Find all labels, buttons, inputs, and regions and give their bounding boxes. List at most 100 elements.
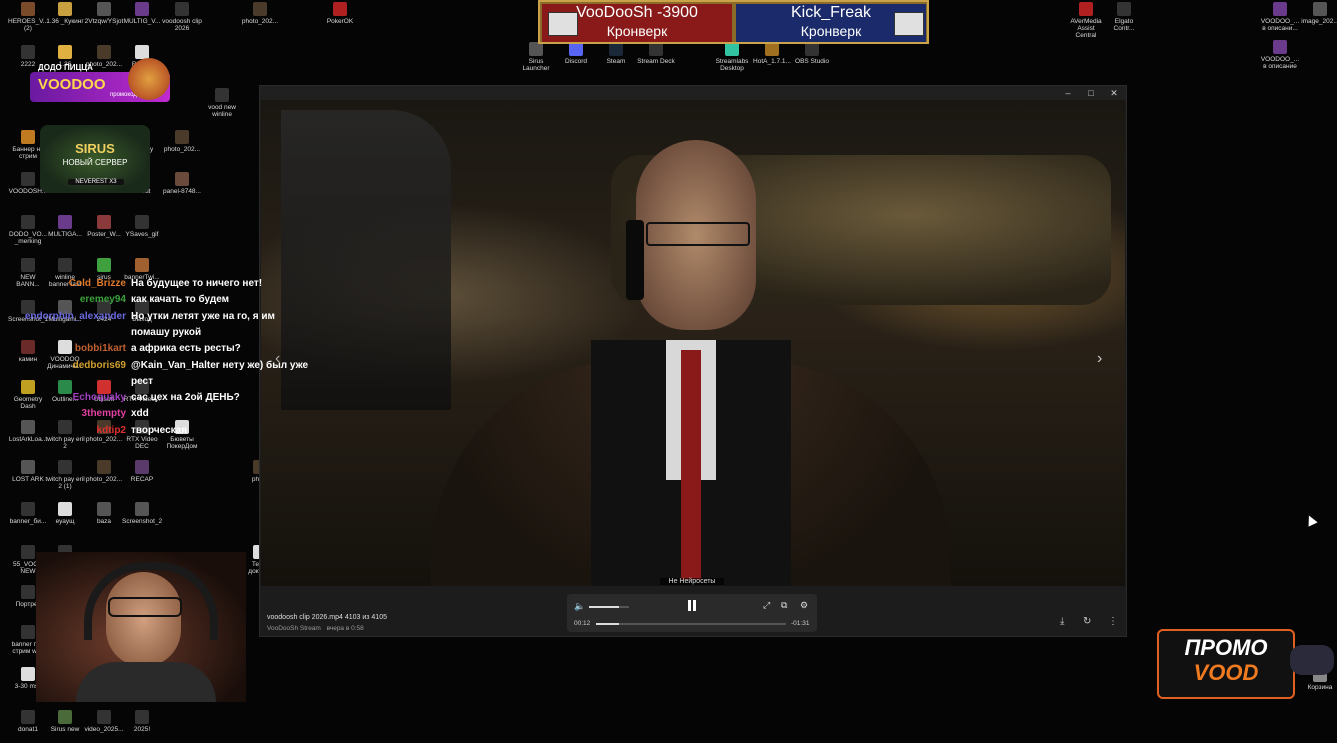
desktop-icon[interactable]: panel-8748...	[162, 172, 202, 195]
file-icon	[1313, 2, 1327, 16]
chat-message: dedboris69 @Kain_Van_Halter нету же) был …	[0, 360, 320, 374]
download-icon[interactable]: ⤓	[1060, 616, 1064, 627]
desktop-icon[interactable]: YSaves_gif	[122, 215, 162, 238]
desktop-icon[interactable]: HEROES_V... (2)	[8, 2, 48, 32]
close-button[interactable]: ✕	[1103, 86, 1125, 100]
sirus-server-badge: SIRUS НОВЫЙ СЕРВЕР NEVEREST X3	[40, 125, 150, 193]
desktop-icon[interactable]: Stream Deck	[636, 42, 676, 65]
file-icon	[21, 2, 35, 16]
desktop-icon[interactable]: vood new winline	[202, 88, 242, 118]
desktop-icon[interactable]: 2Vtzqw/YSjot	[84, 2, 124, 25]
desktop-icon-label: RECAP	[130, 476, 154, 483]
desktop-icon[interactable]: 2025!	[122, 710, 162, 733]
chat-username[interactable]: eremey94	[6, 294, 126, 306]
file-icon	[58, 710, 72, 724]
chat-username[interactable]: 3thempty	[6, 408, 126, 420]
fullscreen-icon[interactable]: ⤢	[763, 600, 770, 611]
desktop-icon-label: AVerMedia Assist Central	[1070, 18, 1102, 39]
window-titlebar[interactable]: – □ ✕	[260, 86, 1126, 100]
desktop-icon-label: VOODOO_... в описание	[1260, 56, 1300, 70]
desktop-icon[interactable]: donat1	[8, 710, 48, 733]
chat-username[interactable]: kdtip2	[6, 425, 126, 437]
sirus-sub: NEVEREST X3	[68, 179, 124, 185]
file-icon	[609, 42, 623, 56]
file-icon	[58, 45, 72, 59]
next-arrow-icon[interactable]: ›	[1097, 350, 1102, 368]
desktop-icon[interactable]: photo_202...	[84, 460, 124, 483]
desktop-icon[interactable]: MULTIG_V...	[122, 2, 162, 25]
chat-username[interactable]: Cold_Brizze	[6, 278, 126, 290]
file-title: voodoosh clip 2026.mp4 4103 из 4105	[267, 614, 387, 621]
pizza-icon	[128, 58, 170, 100]
desktop-icon[interactable]: Elgato Contr...	[1104, 2, 1144, 32]
desktop-icon-label: LOST ARK	[12, 476, 44, 483]
desktop-icon[interactable]: Screenshot_2	[122, 502, 162, 525]
scoreboard: VooDooSh -3900 Кронверк Kick_Freak Кронв…	[538, 0, 929, 44]
chat-overlay: Cold_Brizze На будущее то ничего нет! erem…	[0, 278, 320, 438]
desktop-icon-label: Корзина	[1307, 684, 1333, 691]
pause-button[interactable]	[685, 599, 699, 613]
desktop-icon-label: photo_202...	[85, 476, 123, 483]
file-icon	[135, 460, 149, 474]
rotate-icon[interactable]: ↻	[1083, 616, 1091, 627]
chat-username[interactable]: endorphin_alexander	[6, 311, 126, 323]
desktop-icon-label: HEROES_V... (2)	[8, 18, 49, 32]
desktop-icon[interactable]: еуаущ	[45, 502, 85, 525]
gamepad-icon	[1290, 645, 1334, 675]
file-icon	[529, 42, 543, 56]
chat-username[interactable]: Echoquaky	[6, 392, 126, 404]
pip-icon[interactable]: ⧉	[781, 600, 787, 611]
file-icon	[21, 502, 35, 516]
settings-icon[interactable]: ⚙	[800, 600, 808, 611]
promo-line1: ПРОМО	[1184, 635, 1268, 660]
desktop-icon[interactable]: banner_би...	[8, 502, 48, 525]
desktop-icon-label: Sirus new	[50, 726, 80, 733]
desktop-icon[interactable]: VOODOO_... в описани...	[1260, 2, 1300, 32]
video-caption: Не Нейросеты	[660, 578, 724, 585]
file-icon	[97, 710, 111, 724]
maximize-button[interactable]: □	[1080, 86, 1102, 100]
desktop-icon-label: Stream Deck	[637, 58, 675, 65]
glasses	[646, 222, 750, 246]
desktop-icon[interactable]: Discord	[556, 42, 596, 65]
desktop-icon[interactable]: DODO_VO... _merking	[8, 215, 48, 245]
desktop-icon[interactable]: baza	[84, 502, 124, 525]
minimize-button[interactable]: –	[1057, 86, 1079, 100]
right-flag-icon	[894, 12, 924, 36]
desktop-icon[interactable]: voodoosh clip 2026	[162, 2, 202, 32]
desktop-icon[interactable]: Streamlabs Desktop	[712, 42, 752, 72]
more-icon[interactable]: ⋮	[1108, 616, 1118, 627]
desktop-icon-label: video_2025...	[84, 726, 124, 733]
seek-bar[interactable]	[596, 623, 786, 625]
desktop-icon[interactable]: video_2025...	[84, 710, 124, 733]
desktop-icon[interactable]: AVerMedia Assist Central	[1066, 2, 1106, 39]
desktop-icon[interactable]: Poster_W...	[84, 215, 124, 238]
desktop-icon[interactable]: PokerOK	[320, 2, 360, 25]
desktop-icon[interactable]: 1.36 _Кукинг	[45, 2, 85, 25]
video-frame[interactable]: ‹ ›	[261, 100, 1125, 586]
desktop-icon[interactable]: VOODOO_... в описание	[1260, 40, 1300, 70]
desktop-icon[interactable]: twitch pay eril 2 (1)	[45, 460, 85, 490]
file-icon	[1273, 40, 1287, 54]
desktop-icon[interactable]: MULTIGA...	[45, 215, 85, 238]
desktop-icon[interactable]: HotA_1.7.1...	[752, 42, 792, 65]
desktop-icon[interactable]: Steam	[596, 42, 636, 65]
chat-text: Но утки летят уже на го, я им	[131, 310, 275, 322]
promo-line2: VOOD	[1193, 660, 1259, 685]
file-icon	[97, 258, 111, 272]
volume-icon[interactable]: 🔈	[574, 601, 585, 612]
desktop-icon[interactable]: photo_202...	[162, 130, 202, 153]
chat-text: помашу рукой	[131, 326, 202, 338]
desktop-icon[interactable]: OBS Studio	[792, 42, 832, 65]
chat-username[interactable]: bobbi1kart	[6, 343, 126, 355]
file-icon	[21, 172, 35, 186]
chat-text: рест	[131, 375, 153, 387]
desktop-icon[interactable]: RECAP	[122, 460, 162, 483]
volume-slider[interactable]	[589, 606, 629, 608]
chat-username[interactable]: dedboris69	[6, 360, 126, 372]
desktop-icon[interactable]: Sirus new	[45, 710, 85, 733]
desktop-icon[interactable]: LOST ARK	[8, 460, 48, 483]
desktop-icon[interactable]: photo_202...	[240, 2, 280, 25]
desktop-icon[interactable]: image_202...	[1300, 2, 1337, 25]
desktop-icon[interactable]: Sirus Launcher	[516, 42, 556, 72]
